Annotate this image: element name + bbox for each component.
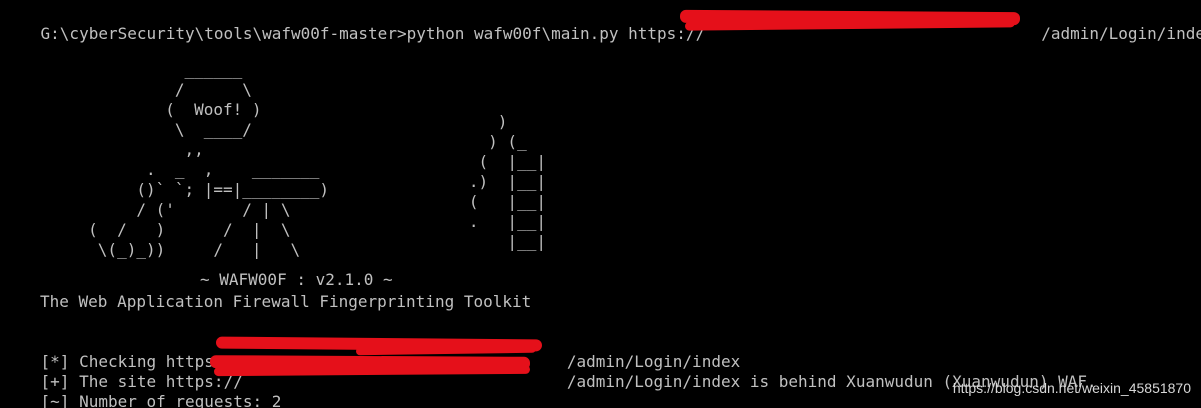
output-text: Number of requests: 2 — [69, 392, 282, 408]
banner-title: ~ WAFW00F : v2.1.0 ~ — [200, 270, 393, 289]
command-prompt: G:\cyberSecurity\tools\wafw00f-master> — [40, 24, 407, 43]
output-line-requests: [~] Number of requests: 2 — [2, 372, 282, 408]
status-prefix: [~] — [40, 392, 70, 408]
command-line: G:\cyberSecurity\tools\wafw00f-master>py… — [2, 4, 1201, 43]
watermark-text: https://blog.csdn.net/weixin_45851870 — [952, 380, 1191, 396]
command-url-tail: /admin/Login/index — [1041, 24, 1201, 43]
terminal-window[interactable]: G:\cyberSecurity\tools\wafw00f-master>py… — [0, 0, 1201, 408]
banner-fire-art: ) ) (_ ( |__| .) |__| ( |__| . |__| |__| — [468, 112, 546, 251]
banner-dog-art: ______ / \ ( Woof! ) \ ____/ ,, . _ , __… — [88, 60, 329, 259]
banner-subtitle: The Web Application Firewall Fingerprint… — [40, 292, 532, 311]
output-line-result: [+] The site https:///admin/Login/index … — [2, 352, 1097, 391]
command-text: python wafw00f\main.py https:// — [406, 24, 706, 43]
